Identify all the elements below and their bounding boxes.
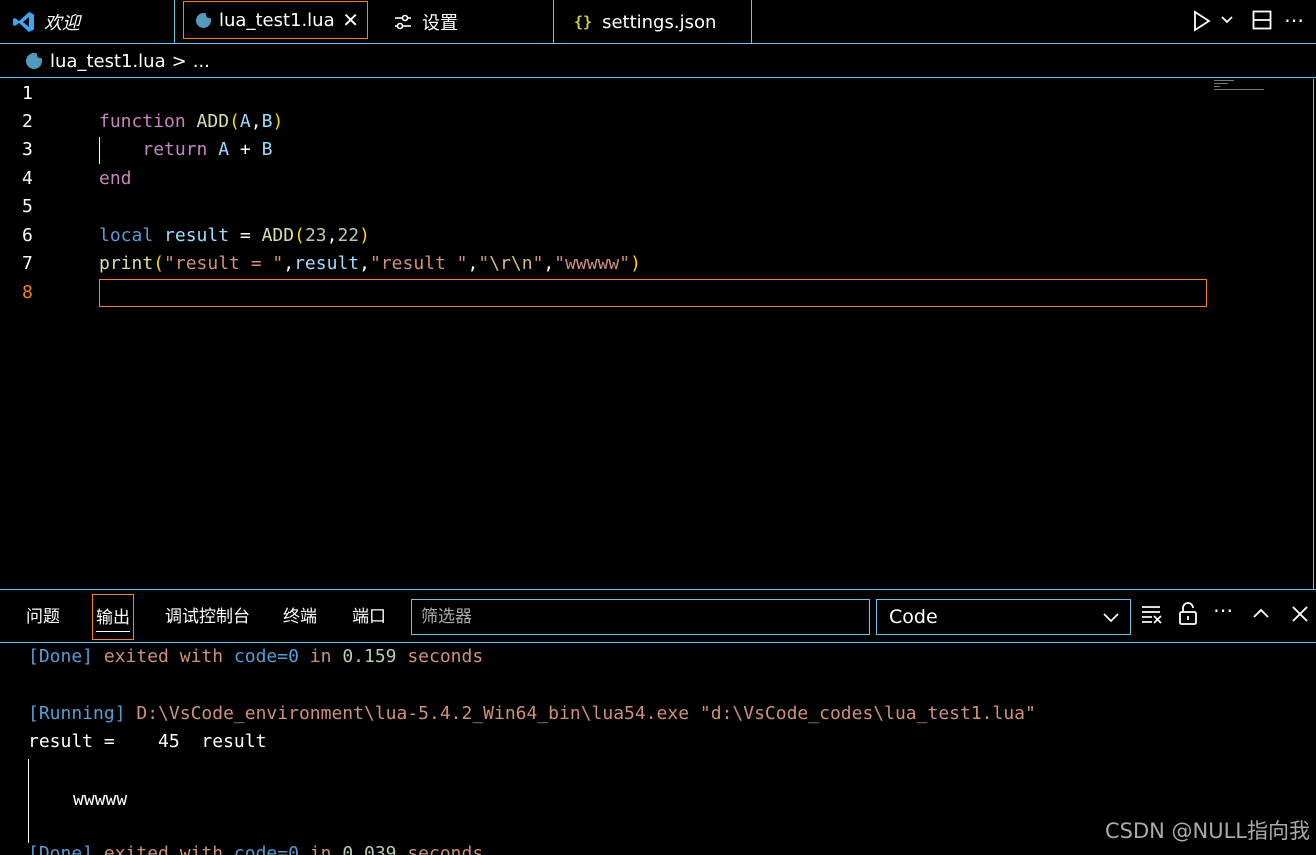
settings-sliders-icon [395,14,411,30]
code-line[interactable]: 1 [0,80,1316,108]
maximize-panel-icon[interactable] [1252,606,1270,620]
lua-file-icon [26,52,43,69]
chevron-down-icon[interactable] [1220,14,1234,26]
breadcrumb-separator: > [171,50,187,72]
code-editor[interactable]: 1 2 function ADD(A,B) 3 return A + B 4 e… [0,79,1316,590]
output-line: [Done] exited with code=0 in 0.039 secon… [28,843,484,855]
tab-settings-label: 设置 [422,13,458,34]
output-line: result = 45 result [28,731,267,752]
panel-tab-problems[interactable]: 问题 [26,594,60,640]
code-line[interactable]: 2 function ADD(A,B) [0,108,1316,136]
tab-welcome-label: 欢迎 [44,13,80,34]
output-line: wwwww [73,789,128,810]
split-editor-icon[interactable] [1252,10,1272,30]
minimap[interactable] [1214,80,1274,94]
tab-lua-label: lua_test1.lua [219,9,335,31]
code-line[interactable]: 4 end [0,165,1316,193]
panel-tab-output-label: 输出 [96,608,130,632]
panel-tab-ports[interactable]: 端口 [352,594,386,640]
code-line[interactable]: 3 return A + B [0,136,1316,164]
close-panel-icon[interactable] [1291,605,1309,623]
code-line[interactable]: 6 local result = ADD(23,22) [0,222,1316,250]
more-actions-icon[interactable]: ⋯ [1213,598,1233,622]
scrollbar-track[interactable] [1313,79,1314,589]
line-number: 4 [22,168,33,189]
line-number: 3 [22,139,33,160]
clear-output-icon[interactable] [1141,604,1163,624]
tab-settings-json-label: settings.json [602,11,717,33]
code-text: return A + B [142,139,273,160]
chevron-down-icon [1103,613,1119,623]
line-number: 6 [22,225,33,246]
output-channel-value: Code [889,606,938,628]
breadcrumb: lua_test1.lua > ... [0,45,1316,78]
more-actions-icon[interactable]: ⋯ [1284,8,1305,32]
tab-lua-test1[interactable]: lua_test1.lua ✕ [183,1,368,39]
editor-tab-bar: 欢迎 lua_test1.lua ✕ 设置 {} settings.json ⋯ [0,0,1316,44]
code-text: function ADD(A,B) [99,111,284,132]
run-play-icon[interactable] [1192,10,1212,32]
code-text: print("result = ",result,"result ","\r\n… [99,253,641,274]
tab-settings[interactable]: 设置 [374,0,554,44]
indent-guide [99,137,100,164]
breadcrumb-symbols[interactable]: ... [193,51,210,72]
code-text: end [99,168,132,189]
panel-tab-debug-console[interactable]: 调试控制台 [165,594,250,640]
code-text: local result = ADD(23,22) [99,225,370,246]
output-line: [Running] D:\VsCode_environment\lua-5.4.… [28,703,1036,724]
vscode-logo-icon [13,12,34,32]
current-line-highlight [99,279,1207,307]
json-file-icon: {} [574,13,593,31]
breadcrumb-file[interactable]: lua_test1.lua [50,51,166,72]
lock-icon[interactable] [1178,602,1198,626]
line-number: 7 [22,253,33,274]
panel-tab-output[interactable]: 输出 [92,594,134,640]
line-number: 1 [22,83,33,104]
code-line[interactable]: 7 print("result = ",result,"result ","\r… [0,250,1316,278]
watermark: CSDN @NULL指向我 [1104,819,1310,843]
output-channel-select[interactable]: Code [876,599,1131,635]
panel-tab-terminal[interactable]: 终端 [283,594,317,640]
code-line[interactable]: 5 [0,193,1316,221]
output-line: [Done] exited with code=0 in 0.159 secon… [28,646,484,667]
filter-input[interactable]: 筛选器 [411,599,870,635]
lua-file-icon [196,11,212,28]
line-number: 2 [22,111,33,132]
tab-settings-json[interactable]: {} settings.json [554,0,752,44]
tab-welcome[interactable]: 欢迎 [0,0,175,44]
line-number-current: 8 [22,282,33,303]
close-tab-icon[interactable]: ✕ [342,8,359,32]
output-indent-guide [28,759,29,843]
line-number: 5 [22,196,33,217]
